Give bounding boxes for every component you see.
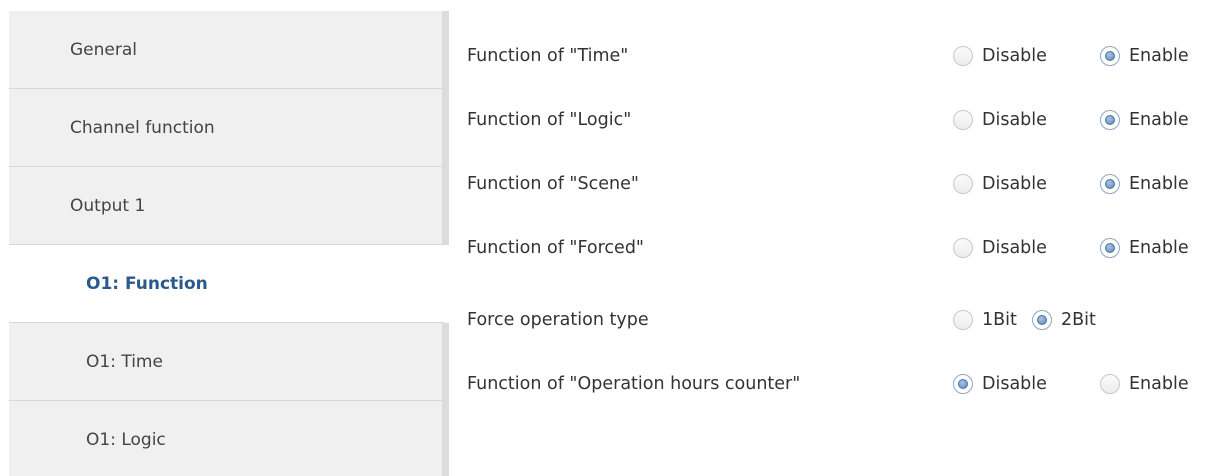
radio-button-selected[interactable] (1100, 238, 1120, 258)
radio-option-disable[interactable]: Disable (953, 174, 1047, 194)
radio-option-label: Disable (982, 46, 1047, 66)
radio-button[interactable] (953, 46, 973, 66)
param-row-scene: Function of "Scene" Disable Enable (467, 164, 1220, 204)
radio-button-selected[interactable] (1100, 46, 1120, 66)
radio-option-disable[interactable]: Disable (953, 374, 1047, 394)
radio-option-enable[interactable]: Enable (1100, 374, 1189, 394)
sidebar-item-label: O1: Logic (86, 429, 166, 450)
sidebar-item-label: General (70, 39, 137, 60)
sidebar-item-o1-function[interactable]: O1: Function (9, 245, 449, 323)
radio-option-label: Enable (1129, 374, 1189, 394)
radio-option-label: Disable (982, 238, 1047, 258)
param-label: Force operation type (467, 310, 649, 330)
radio-option-label: 1Bit (982, 310, 1017, 330)
sidebar-item-label: Output 1 (70, 195, 146, 216)
radio-option-disable[interactable]: Disable (953, 110, 1047, 130)
radio-option-label: Disable (982, 374, 1047, 394)
radio-option-disable[interactable]: Disable (953, 46, 1047, 66)
radio-button[interactable] (953, 174, 973, 194)
param-row-forced: Function of "Forced" Disable Enable (467, 228, 1220, 268)
radio-option-label: Disable (982, 110, 1047, 130)
sidebar-item-o1-logic[interactable]: O1: Logic (9, 401, 449, 476)
sidebar-item-general[interactable]: General (9, 11, 449, 89)
sidebar-item-o1-time[interactable]: O1: Time (9, 323, 449, 401)
radio-option-label: Disable (982, 174, 1047, 194)
param-label: Function of "Scene" (467, 174, 639, 194)
radio-option-label: Enable (1129, 174, 1189, 194)
radio-option-label: Enable (1129, 46, 1189, 66)
param-label: Function of "Operation hours counter" (467, 374, 801, 394)
radio-button-selected[interactable] (1100, 174, 1120, 194)
radio-option-enable[interactable]: Enable (1100, 174, 1189, 194)
sidebar-item-output-1[interactable]: Output 1 (9, 167, 449, 245)
radio-button-selected[interactable] (953, 374, 973, 394)
sidebar-item-label: O1: Function (86, 273, 208, 294)
radio-button[interactable] (953, 238, 973, 258)
param-row-time: Function of "Time" Disable Enable (467, 36, 1220, 76)
radio-option-2bit[interactable]: 2Bit (1032, 310, 1096, 330)
sidebar-item-channel-function[interactable]: Channel function (9, 89, 449, 167)
radio-button[interactable] (953, 310, 973, 330)
radio-button-selected[interactable] (1032, 310, 1052, 330)
radio-option-label: 2Bit (1061, 310, 1096, 330)
radio-button[interactable] (953, 110, 973, 130)
param-row-logic: Function of "Logic" Disable Enable (467, 100, 1220, 140)
param-label: Function of "Time" (467, 46, 629, 66)
radio-option-enable[interactable]: Enable (1100, 110, 1189, 130)
radio-button[interactable] (1100, 374, 1120, 394)
sidebar-item-label: O1: Time (86, 351, 163, 372)
param-row-force-operation-type: Force operation type 1Bit 2Bit (467, 300, 1220, 340)
radio-option-label: Enable (1129, 238, 1189, 258)
sidebar-item-label: Channel function (70, 117, 215, 138)
parameter-panel: Function of "Time" Disable Enable Functi… (467, 0, 1220, 476)
parameter-window: General Channel function Output 1 O1: Fu… (0, 0, 1220, 476)
radio-option-enable[interactable]: Enable (1100, 238, 1189, 258)
radio-button-selected[interactable] (1100, 110, 1120, 130)
radio-option-disable[interactable]: Disable (953, 238, 1047, 258)
radio-option-enable[interactable]: Enable (1100, 46, 1189, 66)
param-label: Function of "Logic" (467, 110, 632, 130)
radio-option-1bit[interactable]: 1Bit (953, 310, 1017, 330)
radio-option-label: Enable (1129, 110, 1189, 130)
param-label: Function of "Forced" (467, 238, 644, 258)
param-row-operation-hours-counter: Function of "Operation hours counter" Di… (467, 364, 1220, 404)
sidebar: General Channel function Output 1 O1: Fu… (9, 11, 449, 476)
